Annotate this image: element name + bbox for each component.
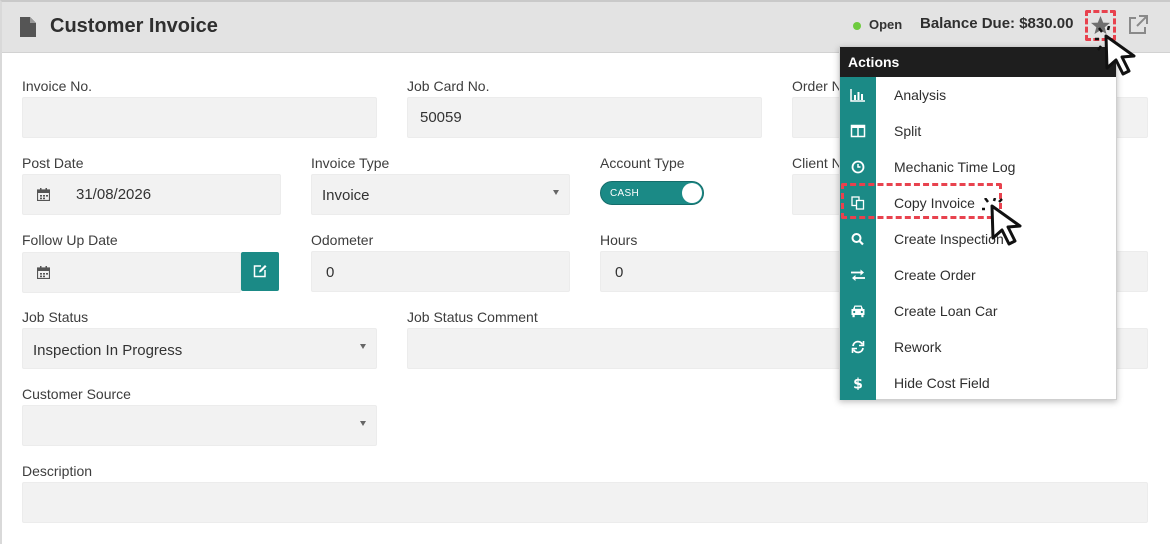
job-card-no-input[interactable]: 50059 <box>407 97 762 138</box>
refresh-icon <box>851 340 865 354</box>
menu-item-create-loan-car[interactable]: Create Loan Car <box>840 293 1116 329</box>
menu-item-split[interactable]: Split <box>840 113 1116 149</box>
client-input[interactable] <box>792 174 840 215</box>
status-dot <box>853 22 861 30</box>
pointer-cursor-icon <box>982 198 1022 246</box>
actions-dropdown-menu: Actions Analysis Split Mechanic Time Log… <box>839 46 1117 400</box>
svg-text:$: $ <box>853 377 863 391</box>
dollar-icon: $ <box>853 377 863 391</box>
status-badge: Open <box>869 17 903 32</box>
invoice-type-select[interactable]: Invoice <box>311 174 570 215</box>
clock-icon <box>851 160 865 174</box>
description-input[interactable] <box>22 482 1148 523</box>
edit-follow-up-button[interactable] <box>241 252 279 291</box>
chevron-down-icon <box>360 421 366 426</box>
follow-up-date-label: Follow Up Date <box>22 232 118 248</box>
exchange-icon <box>851 269 865 281</box>
follow-up-date-input[interactable] <box>22 252 241 293</box>
menu-item-create-inspection[interactable]: Create Inspection <box>840 221 1116 257</box>
customer-source-select[interactable] <box>22 405 377 446</box>
job-status-select[interactable]: Inspection In Progress <box>22 328 377 369</box>
invoice-no-input[interactable] <box>22 97 377 138</box>
actions-menu-header: Actions <box>840 47 1116 77</box>
menu-item-mechanic-time-log[interactable]: Mechanic Time Log <box>840 149 1116 185</box>
menu-item-create-order[interactable]: Create Order <box>840 257 1116 293</box>
page-title: Customer Invoice <box>50 15 218 37</box>
invoice-type-label: Invoice Type <box>311 155 390 171</box>
balance-due: Balance Due: $830.00 <box>920 15 1074 32</box>
hours-label: Hours <box>600 232 638 248</box>
menu-item-rework[interactable]: Rework <box>840 329 1116 365</box>
odometer-input[interactable]: 0 <box>311 251 570 292</box>
chevron-down-icon <box>553 190 559 195</box>
post-date-label: Post Date <box>22 155 84 171</box>
account-type-label: Account Type <box>600 155 685 171</box>
search-icon <box>851 233 864 246</box>
calendar-icon <box>37 188 50 201</box>
edit-icon <box>253 265 267 278</box>
order-no-label: Order N <box>792 78 842 94</box>
job-status-comment-label: Job Status Comment <box>407 309 538 325</box>
description-label: Description <box>22 463 93 479</box>
post-date-input[interactable]: 31/08/2026 <box>22 174 281 215</box>
chevron-down-icon <box>360 344 366 349</box>
job-status-label: Job Status <box>22 309 89 325</box>
pointer-cursor-icon <box>1095 26 1136 76</box>
calendar-icon <box>37 266 50 279</box>
document-icon <box>20 17 36 37</box>
odometer-label: Odometer <box>311 232 374 248</box>
menu-item-hide-cost-field[interactable]: $ Hide Cost Field <box>840 365 1116 401</box>
job-card-no-label: Job Card No. <box>407 78 490 94</box>
invoice-no-label: Invoice No. <box>22 78 93 94</box>
toggle-knob <box>682 183 702 203</box>
customer-source-label: Customer Source <box>22 386 131 402</box>
account-type-toggle[interactable]: CASH <box>600 181 704 205</box>
bar-chart-icon <box>850 89 865 102</box>
copy-invoice-highlight <box>841 183 1002 219</box>
client-label: Client N <box>792 155 842 171</box>
menu-item-analysis[interactable]: Analysis <box>840 77 1116 113</box>
car-icon <box>851 305 865 318</box>
columns-icon <box>850 124 866 138</box>
